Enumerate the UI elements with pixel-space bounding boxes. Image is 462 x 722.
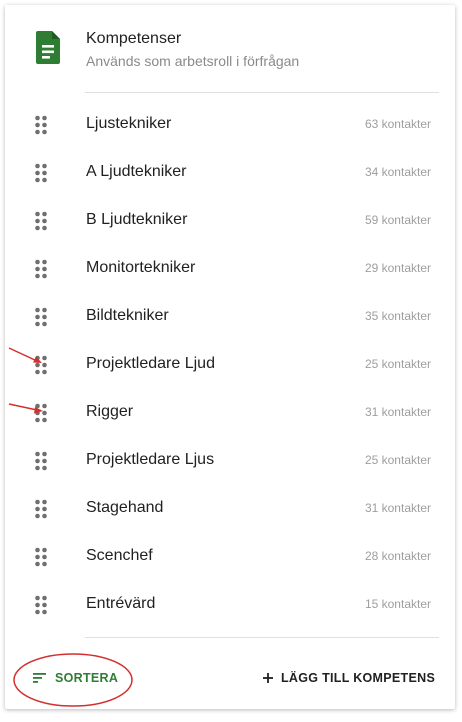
sort-icon [33, 673, 47, 683]
drag-handle-icon[interactable] [34, 163, 48, 183]
competence-name: Entrévärd [86, 595, 156, 612]
page-title: Kompetenser [86, 30, 182, 47]
drag-handle-icon[interactable] [34, 211, 48, 231]
list-item[interactable]: Entrévärd 15 kontakter [5, 581, 455, 629]
contact-count: 25 kontakter [364, 357, 431, 371]
add-competence-button[interactable]: LÄGG TILL KOMPETENS [263, 660, 435, 696]
competence-name: Projektledare Ljus [86, 451, 215, 468]
contact-count: 35 kontakter [364, 309, 431, 323]
competence-name: Projektledare Ljud [86, 355, 215, 372]
contact-count: 63 kontakter [364, 117, 431, 131]
contact-count: 59 kontakter [364, 213, 431, 227]
contact-count: 29 kontakter [364, 261, 431, 275]
drag-handle-icon[interactable] [34, 355, 48, 375]
competence-name: B Ljudtekniker [86, 211, 188, 228]
competence-name: Rigger [86, 403, 134, 420]
drag-handle-icon[interactable] [34, 595, 48, 615]
competence-name: A Ljudtekniker [86, 163, 187, 180]
drag-handle-icon[interactable] [34, 115, 48, 135]
competence-list: Ljustekniker 63 kontakter A Ljudtekniker 34… [5, 101, 455, 629]
contact-count: 25 kontakter [364, 453, 431, 467]
list-item[interactable]: Projektledare Ljus 25 kontakter [5, 437, 455, 485]
footer-divider [85, 637, 439, 638]
drag-handle-icon[interactable] [34, 451, 48, 471]
contact-count: 15 kontakter [364, 597, 431, 611]
document-icon [36, 31, 60, 64]
competence-name: Bildtekniker [86, 307, 169, 324]
sort-button[interactable]: SORTERA [33, 660, 118, 696]
competences-card: Kompetenser Används som arbetsroll i för… [5, 5, 455, 709]
list-item[interactable]: B Ljudtekniker 59 kontakter [5, 197, 455, 245]
sort-button-label: SORTERA [55, 671, 119, 685]
drag-handle-icon[interactable] [34, 307, 48, 327]
competence-name: Monitortekniker [86, 259, 196, 276]
page-subtitle: Används som arbetsroll i förfrågan [86, 53, 300, 69]
list-item[interactable]: Bildtekniker 35 kontakter [5, 293, 455, 341]
add-competence-label: LÄGG TILL KOMPETENS [281, 671, 436, 685]
list-item[interactable]: A Ljudtekniker 34 kontakter [5, 149, 455, 197]
drag-handle-icon[interactable] [34, 499, 48, 519]
list-item[interactable]: Monitortekniker 29 kontakter [5, 245, 455, 293]
list-item[interactable]: Scenchef 28 kontakter [5, 533, 455, 581]
competence-name: Stagehand [86, 499, 164, 516]
contact-count: 31 kontakter [364, 405, 431, 419]
competence-name: Ljustekniker [86, 115, 172, 132]
drag-handle-icon[interactable] [34, 259, 48, 279]
card-header: Kompetenser Används som arbetsroll i för… [5, 5, 455, 93]
list-item[interactable]: Projektledare Ljud 25 kontakter [5, 341, 455, 389]
header-divider [85, 92, 439, 93]
drag-handle-icon[interactable] [34, 403, 48, 423]
drag-handle-icon[interactable] [34, 547, 48, 567]
plus-icon [263, 673, 273, 683]
contact-count: 34 kontakter [364, 165, 431, 179]
list-item[interactable]: Ljustekniker 63 kontakter [5, 101, 455, 149]
competence-name: Scenchef [86, 547, 153, 564]
contact-count: 28 kontakter [364, 549, 431, 563]
list-item[interactable]: Stagehand 31 kontakter [5, 485, 455, 533]
list-item[interactable]: Rigger 31 kontakter [5, 389, 455, 437]
contact-count: 31 kontakter [364, 501, 431, 515]
